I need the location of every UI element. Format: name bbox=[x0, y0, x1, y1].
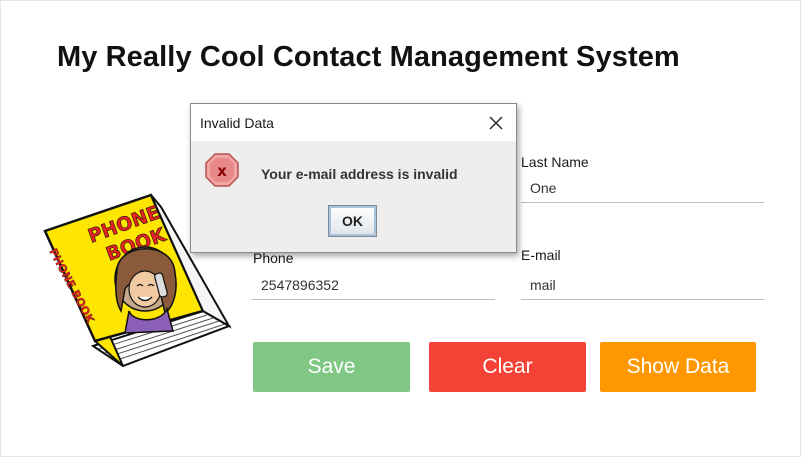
dialog-title: Invalid Data bbox=[200, 115, 274, 131]
invalid-data-dialog: Invalid Data x Your e-mail address is in… bbox=[190, 103, 517, 253]
last-name-label: Last Name bbox=[521, 154, 589, 170]
error-x-icon: x bbox=[205, 153, 239, 187]
app-window: My Really Cool Contact Management System… bbox=[0, 0, 801, 457]
close-icon[interactable] bbox=[488, 115, 504, 131]
svg-text:x: x bbox=[217, 162, 227, 180]
ok-button[interactable]: OK bbox=[328, 205, 377, 237]
last-name-field[interactable] bbox=[521, 173, 764, 203]
phone-field[interactable] bbox=[252, 270, 495, 300]
email-label: E-mail bbox=[521, 247, 561, 263]
dialog-titlebar: Invalid Data bbox=[191, 104, 516, 141]
email-field[interactable] bbox=[521, 270, 764, 300]
page-title: My Really Cool Contact Management System bbox=[57, 41, 680, 73]
show-data-button[interactable]: Show Data bbox=[600, 342, 756, 392]
clear-button[interactable]: Clear bbox=[429, 342, 586, 392]
save-button[interactable]: Save bbox=[253, 342, 410, 392]
dialog-message: Your e-mail address is invalid bbox=[261, 166, 458, 182]
